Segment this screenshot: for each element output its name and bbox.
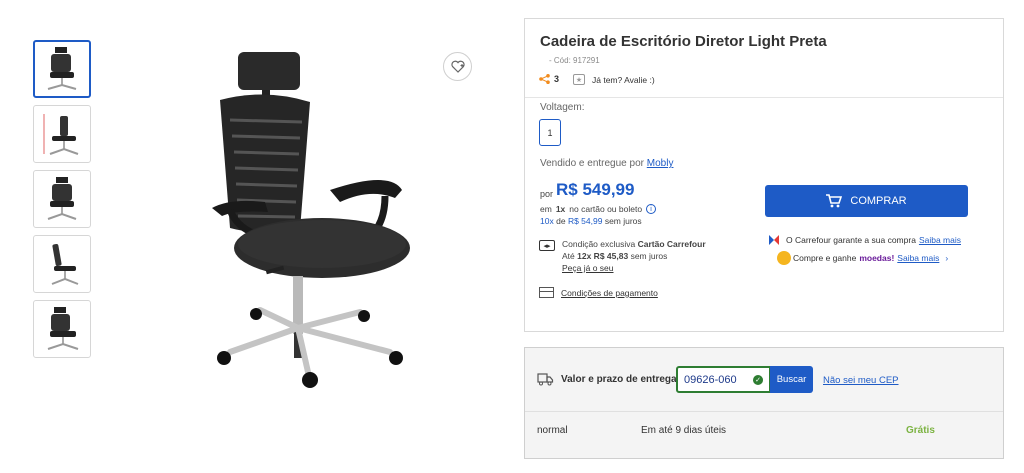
installment-1x: em 1x no cartão ou boleto i bbox=[540, 204, 657, 214]
heart-plus-icon bbox=[450, 60, 465, 73]
price-prefix: por bbox=[540, 189, 554, 199]
payment-conditions-label: Condições de pagamento bbox=[561, 287, 658, 298]
thumbnail-4[interactable] bbox=[33, 235, 91, 293]
shipping-label-text: Valor e prazo de entrega bbox=[561, 373, 677, 385]
voltage-option[interactable]: 1 bbox=[539, 119, 561, 146]
share-button[interactable]: 3 bbox=[539, 74, 559, 84]
chair-thumbnail-icon bbox=[47, 177, 77, 220]
office-chair-image bbox=[212, 52, 410, 388]
moedas-info: Compre e ganhe moedas! Saiba mais › bbox=[777, 251, 948, 265]
truck-icon bbox=[537, 373, 554, 386]
shipping-time: Em até 9 dias úteis bbox=[641, 425, 727, 436]
carrefour-card-offer: ◂▸ Condição exclusiva Cartão Carrefour A… bbox=[539, 238, 706, 274]
shipping-label: Valor e prazo de entrega bbox=[537, 372, 677, 386]
chair-thumbnail-icon bbox=[47, 307, 79, 350]
share-count: 3 bbox=[554, 74, 560, 84]
divider bbox=[525, 97, 1003, 98]
cc-line2-suffix: sem juros bbox=[630, 251, 668, 261]
cc-line1-prefix: Condição exclusiva bbox=[562, 239, 636, 249]
seller-info: Vendido e entregue por Mobly bbox=[540, 158, 673, 169]
install-10x-value: R$ 54,99 bbox=[567, 216, 603, 226]
install-1x: 1x bbox=[555, 204, 566, 214]
chair-thumbnail-icon bbox=[43, 114, 79, 155]
install-em: em bbox=[540, 204, 552, 214]
info-icon[interactable]: i bbox=[646, 204, 657, 214]
payment-conditions-link[interactable]: Condições de pagamento bbox=[539, 287, 658, 298]
seller-prefix: Vendido e entregue por bbox=[540, 158, 644, 169]
carrefour-logo-icon bbox=[769, 235, 779, 245]
install-10x: 10x bbox=[540, 216, 554, 226]
shipping-option-row: normal Em até 9 dias úteis Grátis bbox=[525, 411, 1003, 457]
guarantee-info: O Carrefour garante a sua compra Saiba m… bbox=[767, 233, 961, 247]
credit-card-icon bbox=[539, 287, 554, 298]
share-icon bbox=[539, 74, 550, 84]
product-info-card: Cadeira de Escritório Diretor Light Pret… bbox=[524, 18, 1004, 332]
installment-10x: 10x de R$ 54,99 sem juros bbox=[540, 216, 642, 226]
chair-thumbnail-icon bbox=[47, 47, 77, 90]
cc-line1-bold: Cartão Carrefour bbox=[637, 239, 706, 249]
product-price: R$ 549,99 bbox=[556, 180, 635, 199]
product-title: Cadeira de Escritório Diretor Light Pret… bbox=[540, 33, 827, 50]
shipping-card: Valor e prazo de entrega ✓ Buscar Não se… bbox=[524, 347, 1004, 459]
thumbnail-5[interactable] bbox=[33, 300, 91, 358]
guarantee-link[interactable]: Saiba mais bbox=[919, 235, 961, 245]
shipping-price: Grátis bbox=[906, 425, 935, 436]
thumbnail-2[interactable] bbox=[33, 105, 91, 163]
chevron-right-icon[interactable]: › bbox=[945, 253, 948, 263]
cc-line2-bold: 12x R$ 45,83 bbox=[577, 251, 629, 261]
thumbnail-1[interactable] bbox=[33, 40, 91, 98]
install-1x-text: no cartão ou boleto bbox=[569, 204, 643, 214]
check-icon: ✓ bbox=[753, 375, 763, 385]
carrefour-card-link[interactable]: Peça já o seu bbox=[562, 263, 614, 273]
moedas-link[interactable]: Saiba mais bbox=[897, 253, 939, 263]
thumbnail-list bbox=[33, 40, 91, 365]
review-prompt: Já tem? Avalie :) bbox=[592, 74, 655, 85]
product-main-image bbox=[190, 40, 430, 400]
cc-line2-prefix: Até bbox=[562, 251, 575, 261]
voltage-label: Voltagem: bbox=[540, 102, 585, 113]
buy-button[interactable]: COMPRAR bbox=[765, 185, 968, 217]
buy-label: COMPRAR bbox=[850, 195, 907, 207]
chair-thumbnail-icon bbox=[51, 243, 79, 285]
review-star-icon: ★ bbox=[573, 74, 585, 85]
install-10x-suffix: sem juros bbox=[604, 216, 642, 226]
coin-icon bbox=[777, 251, 791, 265]
guarantee-text: O Carrefour garante a sua compra bbox=[786, 235, 916, 245]
dont-know-cep-link[interactable]: Não sei meu CEP bbox=[823, 375, 899, 386]
moedas-prefix: Compre e ganhe bbox=[793, 253, 857, 263]
search-cep-button[interactable]: Buscar bbox=[770, 366, 813, 393]
install-de: de bbox=[556, 216, 566, 226]
cart-icon bbox=[826, 194, 843, 208]
review-link[interactable]: ★ Já tem? Avalie :) bbox=[573, 74, 655, 85]
seller-link[interactable]: Mobly bbox=[647, 158, 674, 169]
product-sku: - Cód: 917291 bbox=[549, 56, 600, 65]
favorite-button[interactable] bbox=[443, 52, 472, 81]
shipping-mode: normal bbox=[537, 425, 568, 436]
moedas-bold: moedas! bbox=[859, 253, 895, 263]
carrefour-card-icon: ◂▸ bbox=[539, 240, 555, 251]
thumbnail-3[interactable] bbox=[33, 170, 91, 228]
